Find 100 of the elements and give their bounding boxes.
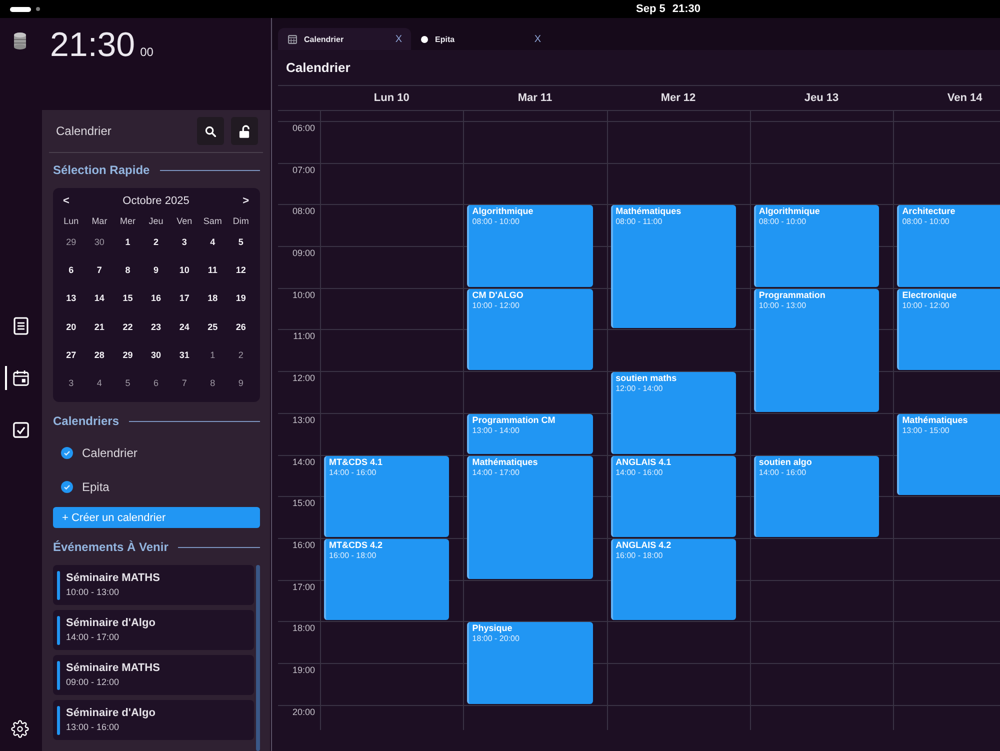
time-label: 09:00 [292, 248, 315, 258]
day-cell[interactable]: 1 [202, 344, 223, 365]
calendar-toggle[interactable]: Epita [53, 470, 260, 504]
day-cell[interactable]: 19 [230, 288, 251, 308]
weekday-label: Ven [176, 216, 192, 226]
day-cell[interactable]: 31 [174, 344, 194, 365]
cylinder-icon[interactable] [13, 32, 27, 50]
day-cell[interactable]: 21 [89, 316, 110, 337]
dot-icon [421, 36, 428, 42]
month-label: Octobre 2025 [122, 195, 190, 207]
day-cell[interactable]: 1 [118, 232, 138, 252]
event-card[interactable]: Séminaire d'Algo 14:00 - 17:00 [53, 610, 254, 650]
calendar-toggle[interactable]: Calendrier [53, 436, 260, 470]
event-time: 14:00 - 16:00 [329, 468, 378, 478]
search-icon [205, 126, 216, 136]
event-title: Algorithmique [758, 206, 821, 218]
event-title: Physique [472, 623, 514, 634]
lock-button[interactable] [231, 117, 258, 145]
next-month-button[interactable]: > [242, 194, 249, 208]
event-title: MT&CDS 4.1 [329, 456, 384, 468]
event-time: 13:00 - 14:00 [472, 426, 520, 436]
padlock-icon [239, 124, 250, 138]
day-cell[interactable]: 2 [146, 232, 166, 252]
section-heading: Sélection Rapide [53, 163, 150, 177]
search-button[interactable] [197, 117, 224, 145]
settings-icon[interactable] [11, 720, 29, 738]
day-cell[interactable]: 25 [202, 316, 223, 337]
weekday-label: Mer [120, 216, 136, 226]
day-cell[interactable]: 4 [89, 373, 110, 394]
time-label: 11:00 [293, 331, 315, 342]
close-button[interactable]: X [534, 34, 541, 44]
event-time: 14:00 - 16:00 [758, 468, 808, 478]
event-title: ANGLAIS 4.2 [616, 540, 672, 551]
day-header: Mar 11 [518, 92, 552, 104]
calendar-icon [13, 369, 29, 387]
event-title: Séminaire MATHS [66, 572, 160, 586]
day-cell[interactable]: 28 [89, 344, 110, 365]
day-cell[interactable]: 5 [118, 373, 138, 394]
status-dot-icon [36, 7, 40, 11]
day-cell[interactable]: 10 [174, 260, 194, 280]
day-cell[interactable]: 16 [146, 288, 166, 308]
day-cell[interactable]: 6 [146, 373, 166, 394]
event-card[interactable]: Séminaire d'Algo 13:00 - 16:00 [53, 700, 254, 740]
day-cell[interactable]: 17 [174, 288, 194, 308]
day-cell[interactable]: 6 [61, 260, 82, 280]
event-card[interactable]: Séminaire MATHS 09:00 - 12:00 [53, 655, 254, 696]
event-time: 12:00 - 14:00 [616, 384, 664, 394]
day-cell[interactable]: 22 [118, 316, 138, 337]
time-label: 17:00 [292, 582, 315, 592]
calendar-icon [288, 34, 297, 44]
checkbox-icon [13, 421, 29, 439]
event-time: 08:00 - 10:00 [472, 217, 520, 228]
day-cell[interactable]: 11 [202, 260, 223, 280]
day-cell[interactable]: 20 [61, 316, 82, 337]
day-header: Ven 14 [947, 92, 982, 104]
previous-month-button[interactable]: < [63, 194, 70, 208]
day-cell[interactable]: 14 [89, 288, 110, 308]
day-cell[interactable]: 5 [230, 232, 251, 252]
event-title: Mathématiques [472, 456, 539, 468]
day-cell[interactable]: 3 [61, 373, 82, 394]
day-cell[interactable]: 26 [230, 316, 251, 337]
day-cell[interactable]: 24 [174, 316, 194, 337]
event-title: Mathématiques [902, 414, 969, 426]
section-heading: Calendriers [53, 414, 120, 428]
clock-time: 21:30 [50, 28, 136, 62]
day-cell[interactable]: 7 [89, 260, 110, 280]
close-button[interactable]: X [395, 34, 402, 44]
event-time: 18:00 - 20:00 [472, 634, 520, 644]
event-time: 14:00 - 17:00 [472, 468, 520, 478]
day-cell[interactable]: 2 [230, 344, 251, 365]
day-cell[interactable]: 9 [146, 260, 166, 280]
day-cell[interactable]: 30 [146, 344, 166, 365]
day-cell[interactable]: 7 [174, 373, 194, 394]
day-cell[interactable]: 13 [61, 288, 82, 308]
day-cell[interactable]: 29 [118, 344, 138, 365]
event-title: Séminaire d'Algo [66, 617, 156, 630]
tab[interactable]: Epita X [411, 28, 550, 50]
day-cell[interactable]: 8 [118, 260, 138, 280]
day-cell[interactable]: 29 [61, 232, 82, 252]
status-date: Sep 5 [636, 3, 666, 15]
day-cell[interactable]: 12 [230, 260, 251, 280]
tab[interactable]: Calendrier X [278, 28, 411, 50]
clock-seconds: 00 [140, 45, 154, 59]
scrollbar-thumb[interactable] [256, 565, 260, 751]
day-cell[interactable]: 23 [146, 316, 166, 337]
day-cell[interactable]: 8 [202, 373, 223, 394]
accent-bar-icon [57, 570, 60, 600]
day-cell[interactable]: 9 [230, 373, 251, 394]
event-title: Algorithmique [472, 206, 534, 218]
day-cell[interactable]: 27 [61, 344, 82, 365]
day-cell[interactable]: 4 [202, 232, 223, 252]
day-cell[interactable]: 30 [89, 232, 110, 252]
event-card[interactable]: Séminaire MATHS 10:00 - 13:00 [53, 565, 254, 606]
day-cell[interactable]: 18 [202, 288, 223, 308]
time-label: 15:00 [292, 498, 315, 508]
time-label: 10:00 [292, 290, 315, 300]
day-cell[interactable]: 3 [174, 232, 194, 252]
event-time: 08:00 - 11:00 [616, 217, 664, 228]
day-cell[interactable]: 15 [118, 288, 138, 308]
event-title: Electronique [902, 290, 958, 301]
